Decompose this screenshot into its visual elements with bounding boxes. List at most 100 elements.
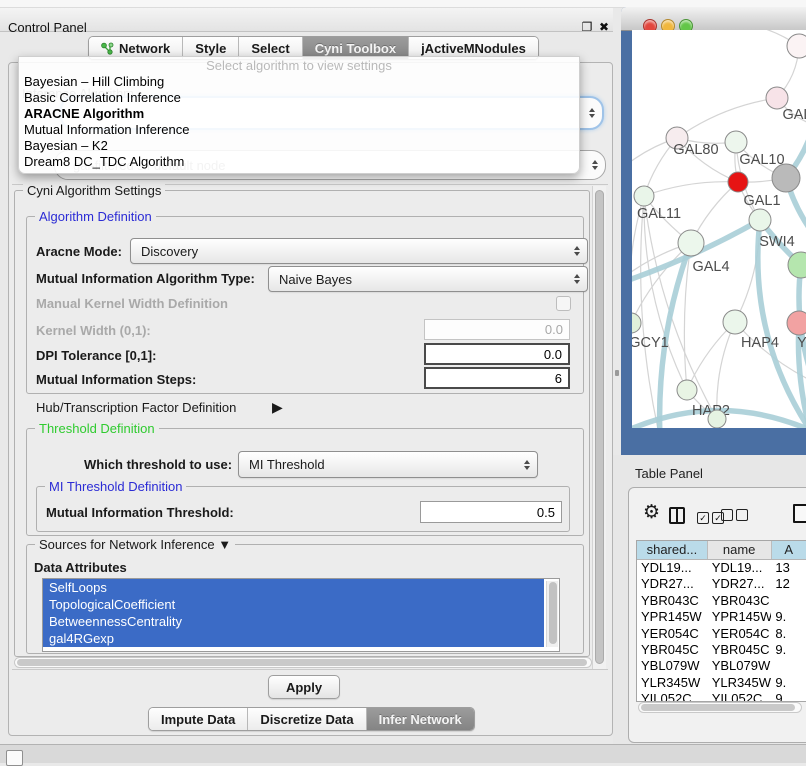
network-edge[interactable] bbox=[644, 182, 738, 196]
mi-type-combo[interactable]: Naive Bayes bbox=[268, 266, 588, 292]
deselect-all-icon[interactable] bbox=[721, 509, 751, 524]
algorithm-option[interactable]: ARACNE Algorithm bbox=[19, 106, 579, 122]
network-node[interactable] bbox=[708, 410, 726, 428]
column-header[interactable]: shared... bbox=[637, 541, 708, 559]
attribute-item[interactable]: SelfLoops bbox=[43, 579, 544, 596]
algorithm-option[interactable]: Mutual Information Inference bbox=[19, 122, 579, 138]
mi-steps-input[interactable] bbox=[424, 367, 570, 389]
network-node-gal[interactable] bbox=[766, 87, 788, 109]
apply-button[interactable]: Apply bbox=[268, 675, 340, 699]
tab-impute-data[interactable]: Impute Data bbox=[149, 708, 248, 730]
node-label: GAL11 bbox=[637, 206, 681, 222]
mi-type-label: Mutual Information Algorithm Type: bbox=[36, 271, 255, 286]
listbox-scrollbar[interactable] bbox=[546, 581, 558, 647]
table-horizontal-scrollbar[interactable] bbox=[638, 702, 802, 713]
dpi-tolerance-input[interactable] bbox=[424, 343, 570, 365]
settings-vertical-scrollbar-thumb[interactable] bbox=[595, 190, 604, 664]
combo-stepper-icon bbox=[592, 160, 598, 170]
table-cell: 13 bbox=[771, 560, 806, 576]
table-row[interactable]: YIL052CYIL052C9 bbox=[637, 691, 806, 702]
table-cell: YDL19... bbox=[637, 560, 708, 576]
table-row[interactable]: YDL19...YDL19...13 bbox=[637, 560, 806, 576]
network-node-y[interactable] bbox=[787, 311, 806, 335]
tab-label: Cyni Toolbox bbox=[315, 41, 396, 56]
which-threshold-combo[interactable]: MI Threshold bbox=[238, 451, 538, 478]
table-row[interactable]: YBR045CYBR045C9. bbox=[637, 642, 806, 658]
attribute-item[interactable]: gal4RGexp bbox=[43, 630, 544, 647]
columns-icon[interactable] bbox=[669, 507, 685, 524]
aracne-mode-label: Aracne Mode: bbox=[36, 244, 122, 259]
network-node-hap4[interactable] bbox=[723, 310, 747, 334]
tab-infer-network[interactable]: Infer Network bbox=[367, 708, 474, 730]
settings-horizontal-scrollbar-thumb[interactable] bbox=[17, 659, 587, 666]
table-cell: 8. bbox=[771, 626, 806, 642]
network-node[interactable] bbox=[772, 164, 800, 192]
algorithm-option[interactable]: Bayesian – Hill Climbing bbox=[19, 74, 579, 90]
network-node-gal10[interactable] bbox=[725, 131, 747, 153]
attribute-item[interactable]: BetweennessCentrality bbox=[43, 613, 544, 630]
page-icon[interactable] bbox=[793, 504, 806, 523]
table-cell: YBR045C bbox=[637, 642, 708, 658]
network-node[interactable] bbox=[787, 34, 806, 58]
table-cell: YIL052C bbox=[708, 691, 772, 702]
network-node-gcy1[interactable] bbox=[632, 313, 641, 333]
control-panel-title: Control Panel bbox=[8, 20, 87, 35]
close-panel-icon[interactable]: ✖ bbox=[597, 20, 611, 34]
manual-kernel-checkbox[interactable] bbox=[556, 296, 571, 311]
network-node-gal4[interactable] bbox=[678, 230, 704, 256]
table-cell: YLR345W bbox=[708, 675, 772, 691]
table-row[interactable]: YLR345WYLR345W9. bbox=[637, 675, 806, 691]
collapse-arrow-icon[interactable]: ▼ bbox=[218, 537, 231, 552]
expand-arrow-icon[interactable]: ▶ bbox=[272, 399, 283, 416]
network-node-swi4[interactable] bbox=[749, 209, 771, 231]
table-row[interactable]: YDR27...YDR27...12 bbox=[637, 576, 806, 592]
tab-label: Impute Data bbox=[161, 712, 235, 727]
network-node-gal11[interactable] bbox=[634, 186, 654, 206]
tab-label: Infer Network bbox=[379, 712, 462, 727]
mi-threshold-input[interactable] bbox=[420, 501, 562, 523]
table-cell: YER054C bbox=[708, 626, 772, 642]
column-header[interactable]: A bbox=[772, 541, 806, 559]
float-window-icon[interactable]: ❐ bbox=[580, 20, 594, 34]
network-canvas[interactable]: GALGAL80GAL10GAL1GAL11SWI4GAL4GCY1HAP4YH… bbox=[632, 30, 806, 428]
table-row[interactable]: YBL079WYBL079W bbox=[637, 658, 806, 674]
table-cell: YDL19... bbox=[708, 560, 772, 576]
node-label: SWI4 bbox=[759, 234, 794, 250]
tab-label: Style bbox=[195, 41, 226, 56]
table-cell: YIL052C bbox=[637, 691, 708, 702]
table-cell: YPR145W bbox=[637, 609, 708, 625]
tab-label: Network bbox=[119, 41, 170, 56]
combo-stepper-icon bbox=[524, 460, 530, 470]
network-node-gal1[interactable] bbox=[728, 172, 748, 192]
settings-horizontal-scrollbar[interactable] bbox=[14, 657, 592, 668]
node-label: GCY1 bbox=[632, 335, 669, 351]
network-edge[interactable] bbox=[677, 98, 777, 138]
splitter-handle[interactable] bbox=[615, 370, 619, 376]
aracne-mode-combo[interactable]: Discovery bbox=[130, 238, 588, 264]
table-row[interactable]: YPR145WYPR145W9. bbox=[637, 609, 806, 625]
tab-discretize-data[interactable]: Discretize Data bbox=[248, 708, 366, 730]
attribute-item[interactable]: TopologicalCoefficient bbox=[43, 596, 544, 613]
table-cell: YDR27... bbox=[637, 576, 708, 592]
table-cell: YBR043C bbox=[708, 593, 772, 609]
minimized-panel-icon[interactable] bbox=[6, 750, 23, 766]
settings-vertical-scrollbar[interactable] bbox=[592, 186, 606, 669]
network-window-titlebar[interactable] bbox=[621, 7, 806, 31]
algorithm-option[interactable]: Basic Correlation Inference bbox=[19, 90, 579, 106]
table-horizontal-scrollbar-thumb[interactable] bbox=[641, 704, 795, 711]
kernel-width-input[interactable] bbox=[424, 319, 570, 340]
algorithm-option[interactable]: Bayesian – K2 bbox=[19, 138, 579, 154]
table-row[interactable]: YBR043CYBR043C bbox=[637, 593, 806, 609]
column-header[interactable]: name bbox=[708, 541, 772, 559]
combo-stepper-icon bbox=[574, 274, 580, 284]
gear-icon[interactable]: ⚙ bbox=[643, 501, 660, 523]
table-panel-title: Table Panel bbox=[635, 466, 703, 481]
network-edge[interactable] bbox=[641, 196, 660, 428]
network-node-hap2[interactable] bbox=[677, 380, 697, 400]
tab-label: Select bbox=[251, 41, 289, 56]
algorithm-definition-title: Algorithm Definition bbox=[35, 209, 156, 224]
table-cell bbox=[771, 593, 806, 609]
listbox-scrollbar-thumb[interactable] bbox=[549, 582, 557, 644]
table-row[interactable]: YER054CYER054C8. bbox=[637, 626, 806, 642]
algorithm-option[interactable]: Dream8 DC_TDC Algorithm bbox=[19, 154, 579, 170]
